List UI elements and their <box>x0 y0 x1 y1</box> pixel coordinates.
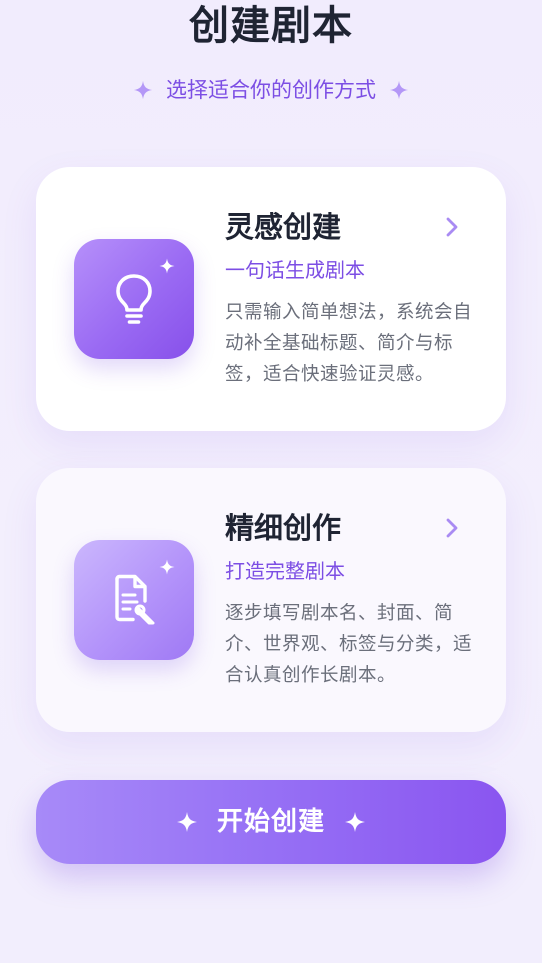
card-tagline: 一句话生成剧本 <box>225 258 365 282</box>
card-description: 只需输入简单想法，系统会自动补全基础标题、简介与标签，适合快速验证灵感。 <box>225 302 473 385</box>
start-create-button[interactable]: 开始创建 <box>36 780 506 864</box>
card-tagline: 打造完整剧本 <box>225 559 345 583</box>
lightbulb-icon <box>116 274 152 324</box>
card-icon-tile <box>74 540 194 660</box>
document-edit-icon <box>115 574 155 625</box>
sparkle-icon <box>388 79 410 101</box>
card-title: 精细创作 <box>225 511 342 545</box>
sparkle-icon <box>343 810 367 834</box>
sparkle-icon <box>175 810 199 834</box>
chevron-right-icon[interactable] <box>444 215 460 243</box>
card-title: 灵感创建 <box>225 210 342 244</box>
card-description: 逐步填写剧本名、封面、简介、世界观、标签与分类，适合认真创作长剧本。 <box>225 603 473 686</box>
inspiration-create-card[interactable]: 灵感创建 一句话生成剧本 只需输入简单想法，系统会自动补全基础标题、简介与标签，… <box>36 167 506 431</box>
page-title: 创建剧本 <box>189 3 353 49</box>
card-icon-tile <box>74 239 194 359</box>
sparkle-icon <box>132 79 154 101</box>
start-button-label: 开始创建 <box>216 807 325 837</box>
sparkle-icon <box>158 257 176 279</box>
sparkle-icon <box>158 558 176 580</box>
chevron-right-icon[interactable] <box>444 516 460 544</box>
page-subtitle: 选择适合你的创作方式 <box>166 78 376 102</box>
detailed-create-card[interactable]: 精细创作 打造完整剧本 逐步填写剧本名、封面、简介、世界观、标签与分类，适合认真… <box>36 468 506 732</box>
subtitle-row: 选择适合你的创作方式 <box>0 74 542 106</box>
